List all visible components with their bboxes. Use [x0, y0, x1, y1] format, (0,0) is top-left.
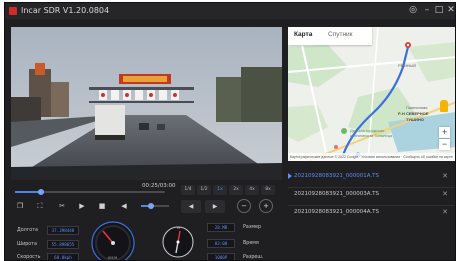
size-value: 28.MB — [207, 223, 235, 232]
tab-map[interactable]: Карта — [294, 31, 312, 38]
resolution-value: 1080P — [207, 253, 235, 260]
playlist-item-name: 20210928083921_000003A.TS — [294, 191, 380, 197]
compass-north-label: N — [177, 225, 180, 230]
duration-value: 03:00 — [207, 239, 235, 248]
longitude-label: Долгота — [17, 228, 38, 233]
map-zoom-out-button[interactable]: − — [439, 139, 450, 150]
latitude-value: 55.898655 — [47, 240, 79, 249]
fullscreen-icon[interactable]: ⛶ — [33, 199, 47, 213]
play-icon[interactable]: ▶ — [75, 199, 89, 213]
next-frame-button[interactable]: ▶ — [205, 200, 225, 213]
zoom-out-button[interactable]: − — [237, 199, 251, 213]
speed-half-button[interactable]: 1/2 — [197, 185, 211, 195]
map-zoom-in-button[interactable]: + — [439, 127, 450, 138]
map-type-tabs: Карта Спутник — [288, 27, 372, 45]
speed-1x-button[interactable]: 1x — [213, 185, 227, 195]
app-logo-icon — [9, 7, 17, 15]
resolution-label: Разреш. — [243, 255, 264, 260]
app-title: Incar SDR V1.20.0804 — [21, 6, 110, 15]
folder-icon[interactable]: ❐ — [13, 199, 27, 213]
playing-icon — [288, 173, 292, 179]
stop-icon[interactable]: ■ — [95, 199, 109, 213]
map-label: Пшеничная — [406, 105, 428, 110]
size-label: Размер — [243, 225, 261, 230]
playlist: 20210928083921_000001A.TS ✕ 202109280839… — [288, 165, 455, 260]
speed-4x-button[interactable]: 4x — [245, 185, 259, 195]
settings-icon[interactable]: ◎ — [407, 4, 419, 17]
speed-unit-label: KM/H — [108, 256, 118, 260]
tab-satellite[interactable]: Спутник — [328, 31, 353, 38]
seek-handle[interactable] — [37, 189, 44, 195]
playlist-item-name: 20210928083921_000001A.TS — [294, 173, 380, 179]
speed-quarter-button[interactable]: 1/4 — [181, 185, 195, 195]
cut-icon[interactable]: ✂ — [55, 199, 69, 213]
map-view[interactable]: Карта Спутник РЕМНЫЙ Пшеничная Р-Н СЕВЕР… — [288, 27, 455, 161]
map-attribution: Картографические данные © 2022 Google · … — [288, 153, 455, 161]
remove-icon[interactable]: ✕ — [442, 190, 448, 198]
map-label: клиническая больница — [350, 133, 393, 138]
remove-icon[interactable]: ✕ — [442, 172, 448, 180]
volume-icon[interactable]: ◀ — [117, 199, 131, 213]
maximize-button[interactable]: □ — [433, 4, 445, 17]
map-canvas — [288, 27, 455, 161]
seek-slider[interactable] — [15, 189, 165, 195]
volume-slider[interactable] — [141, 203, 169, 209]
minimize-button[interactable]: – — [421, 4, 433, 17]
volume-handle[interactable] — [147, 203, 154, 209]
pegman-icon[interactable] — [440, 100, 448, 112]
map-label: РЕМНЫЙ — [398, 63, 416, 68]
playlist-item-name: 20210928083921_000004A.TS — [294, 209, 380, 215]
longitude-value: 37.398448 — [47, 226, 79, 235]
playlist-item[interactable]: 20210928083921_000004A.TS ✕ — [288, 205, 455, 223]
remove-icon[interactable]: ✕ — [442, 208, 448, 216]
zoom-in-button[interactable]: + — [259, 199, 273, 213]
title-bar: Incar SDR V1.20.0804 ◎ – □ ✕ — [5, 3, 455, 19]
seek-progress — [15, 191, 41, 193]
app-window: Incar SDR V1.20.0804 ◎ – □ ✕ Карта Спутн… — [4, 2, 456, 261]
playlist-item[interactable]: 20210928083921_000003A.TS ✕ — [288, 187, 455, 205]
playlist-item[interactable]: 20210928083921_000001A.TS ✕ — [288, 169, 455, 187]
close-button[interactable]: ✕ — [445, 4, 455, 17]
speed-8x-button[interactable]: 8x — [261, 185, 275, 195]
time-display: 00:25/03:00 — [142, 183, 176, 189]
speed-2x-button[interactable]: 2x — [229, 185, 243, 195]
video-frame-image — [11, 27, 282, 180]
speed-label: Скорость — [17, 255, 41, 260]
video-view[interactable] — [11, 27, 282, 180]
duration-label: Время — [243, 241, 259, 246]
prev-frame-button[interactable]: ◀ — [181, 200, 201, 213]
compass-gauge — [162, 226, 194, 258]
speedometer-gauge — [91, 221, 135, 260]
latitude-label: Широта — [17, 242, 37, 247]
map-label: ТУШИНО — [406, 117, 424, 122]
map-label: Р-Н СЕВЕРНОЕ — [398, 111, 429, 116]
speed-value: 60.0kph — [47, 253, 79, 260]
